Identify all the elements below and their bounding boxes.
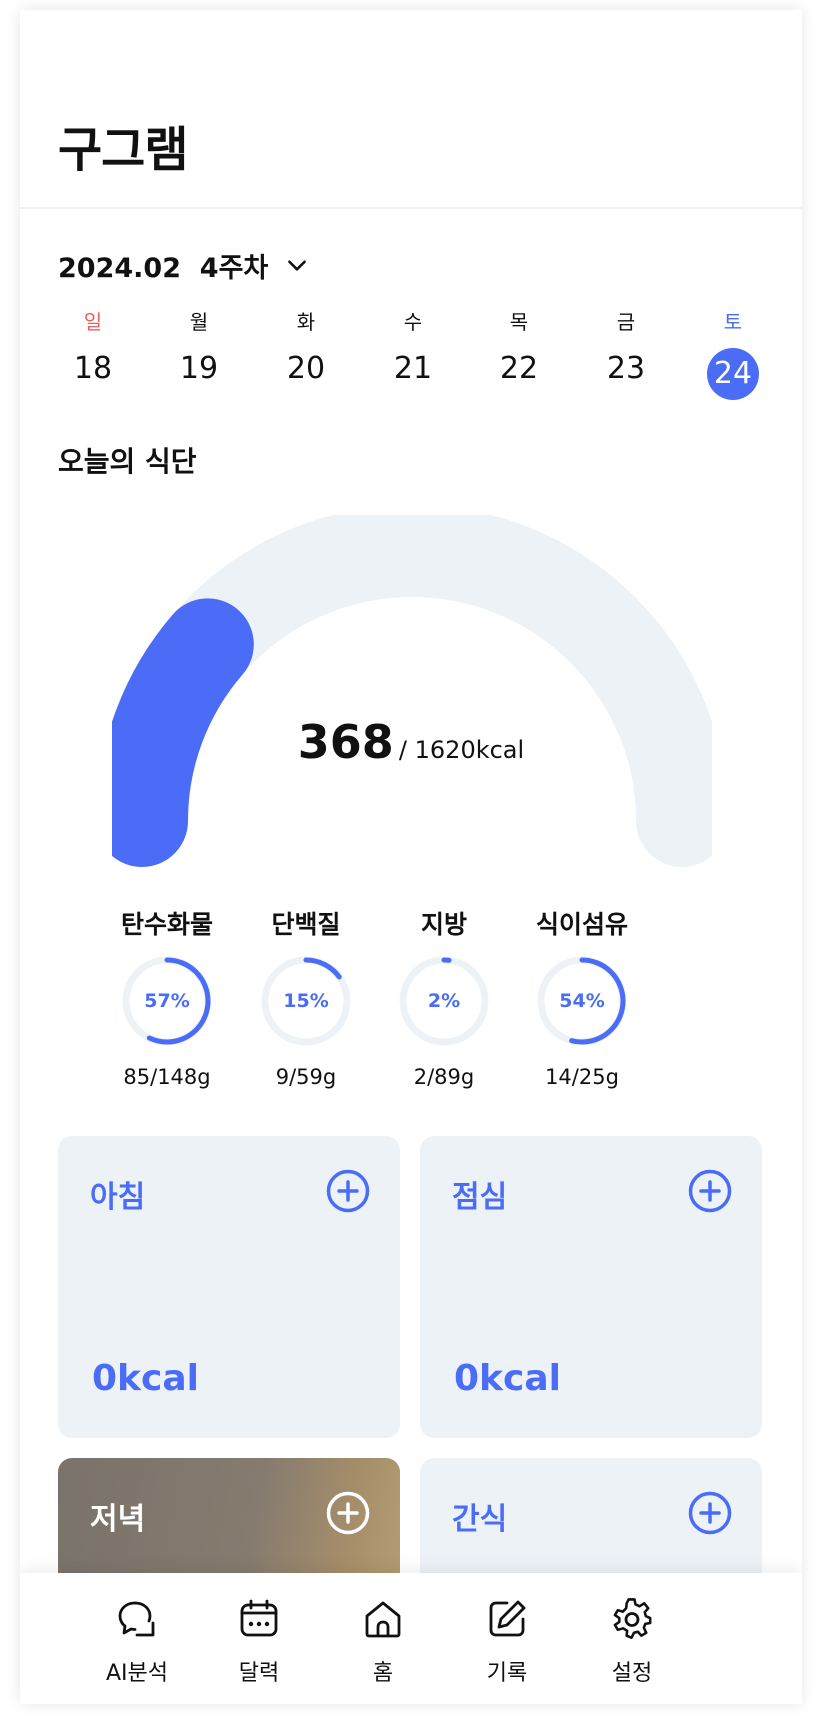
day-friday[interactable]: 금 23 [586,307,666,395]
calorie-summary: 368 / 1620kcal [20,715,802,769]
day-monday[interactable]: 월 19 [159,307,239,395]
tab-settings[interactable]: 설정 [567,1597,697,1687]
nutrient-ring: 57% [115,949,219,1053]
meal-label: 점심 [452,1180,508,1215]
nutrient-label: 식이섬유 [535,910,628,939]
nutrient-label: 탄수화물 [120,910,213,939]
home-icon [365,1601,401,1638]
nutrient-percent: 2% [427,990,461,1012]
week-label: 2024.02 4주차 [58,252,269,284]
add-circle-icon[interactable] [326,1491,370,1535]
day-number: 24 [707,348,759,400]
week-selector[interactable]: 2024.02 4주차 [58,245,310,285]
nutrient-percent: 54% [559,990,605,1012]
nutrient-ring: 54% [530,949,634,1053]
nutrient-carbs: 탄수화물 57% 85/148g [97,905,237,1089]
calorie-gauge [112,515,712,867]
tab-label: 달력 [238,1661,280,1686]
day-number: 18 [73,351,113,386]
chevron-down-icon [288,260,307,271]
tab-label: 홈 [372,1661,394,1686]
day-saturday-selected[interactable]: 토 24 [693,307,773,400]
tab-home[interactable]: 홈 [318,1597,448,1687]
nutrient-summary: 탄수화물 57% 85/148g 단백질 15% 9/59g 지방 2% 2/8… [121,905,734,1095]
phone-screen: 구그램 2024.02 4주차 일 18 월 19 화 20 수 21 목 22… [20,10,802,1704]
day-wednesday[interactable]: 수 21 [373,307,453,395]
tab-label: AI분석 [105,1661,169,1686]
nutrient-ring: 15% [254,949,358,1053]
meal-card-breakfast[interactable]: 아침 0kcal [58,1136,400,1438]
calorie-current: 368 [297,715,394,769]
day-number: 22 [499,351,539,386]
tab-record[interactable]: 기록 [442,1597,572,1687]
day-number: 21 [393,351,433,386]
gear-icon [613,1598,652,1639]
meal-label: 간식 [452,1502,508,1537]
tab-label: 설정 [611,1661,653,1686]
nutrient-amount: 9/59g [275,1065,337,1089]
nutrient-amount: 85/148g [123,1065,211,1089]
day-number: 19 [179,351,219,386]
edit-icon [489,1600,526,1637]
app-header: 구그램 [20,10,802,209]
nutrient-percent: 15% [283,990,329,1012]
tab-label: 기록 [486,1661,528,1686]
calendar-icon [240,1599,278,1637]
add-circle-icon[interactable] [326,1169,370,1213]
day-number: 20 [286,351,326,386]
calorie-goal: / 1620kcal [398,736,525,764]
day-number: 23 [606,351,646,386]
day-name: 수 [403,310,423,334]
day-tuesday[interactable]: 화 20 [266,307,346,395]
day-thursday[interactable]: 목 22 [479,307,559,395]
add-circle-icon[interactable] [688,1491,732,1535]
day-name: 화 [296,310,316,334]
nutrient-amount: 2/89g [413,1065,475,1089]
tab-ai-analysis[interactable]: AI분석 [72,1597,202,1687]
meal-card-lunch[interactable]: 점심 0kcal [420,1136,762,1438]
today-diet-title: 오늘의 식단 [58,445,197,478]
nutrient-fat: 지방 2% 2/89g [374,905,514,1089]
day-name: 금 [616,310,636,334]
tab-calendar[interactable]: 달력 [194,1597,324,1687]
day-name: 목 [509,310,529,334]
meal-label: 저녁 [90,1502,146,1537]
nutrient-percent: 57% [144,990,190,1012]
chat-icon [118,1601,155,1637]
bottom-tab-bar: AI분석 달력 홈 기록 설정 [20,1573,802,1704]
nutrient-fiber: 식이섬유 54% 14/25g [512,905,652,1089]
meal-label: 아침 [90,1180,146,1215]
add-circle-icon[interactable] [688,1169,732,1213]
nutrient-protein: 단백질 15% 9/59g [236,905,376,1089]
day-name: 월 [189,310,209,334]
nutrient-label: 지방 [420,910,467,939]
nutrient-amount: 14/25g [545,1065,619,1089]
day-name: 토 [723,310,743,334]
app-title: 구그램 [58,122,188,178]
nutrient-ring: 2% [392,949,496,1053]
day-name: 일 [83,310,103,334]
week-days: 일 18 월 19 화 20 수 21 목 22 금 23 토 24 [50,307,760,417]
day-sunday[interactable]: 일 18 [53,307,133,395]
meal-kcal: 0kcal [92,1358,199,1399]
nutrient-label: 단백질 [271,910,341,939]
meal-kcal: 0kcal [454,1358,561,1399]
